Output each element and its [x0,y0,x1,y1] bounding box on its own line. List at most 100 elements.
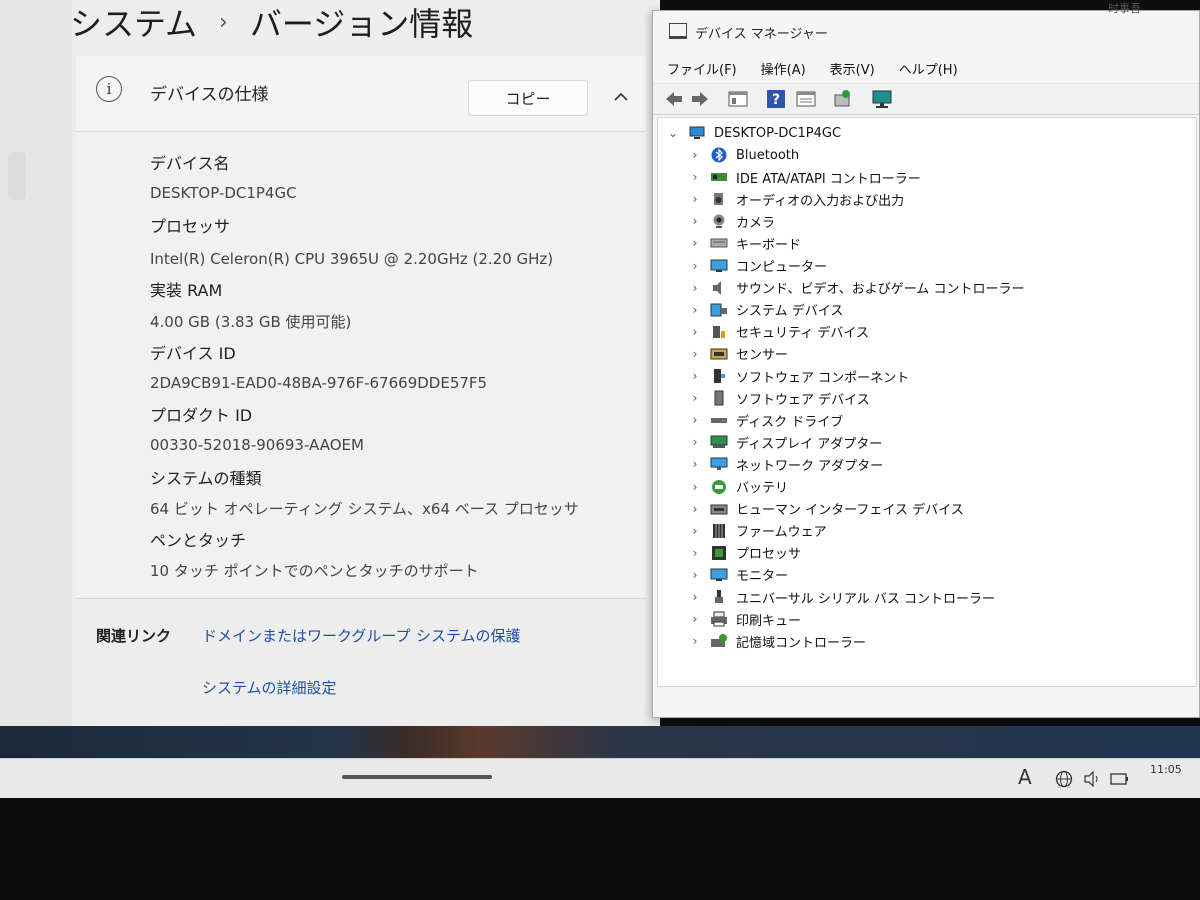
top-right-text: 时事吾 [1108,2,1141,15]
spec-value-ram: 4.00 GB (3.83 GB 使用可能) [150,313,352,331]
storage-controller-icon [710,633,728,649]
chevron-right-icon[interactable]: › [688,192,702,206]
tree-item[interactable]: › ディスプレイ アダプター [658,431,1196,453]
tree-item[interactable]: › ディスク ドライブ [658,409,1196,431]
chevron-right-icon[interactable]: › [688,457,702,471]
tree-item[interactable]: › Bluetooth [658,144,1196,166]
chevron-right-icon[interactable]: › [688,347,702,361]
tree-item-label: Bluetooth [736,147,800,163]
chevron-right-icon[interactable]: › [688,546,702,560]
spec-label-device-id: デバイス ID [150,344,236,363]
chevron-right-icon[interactable]: › [688,590,702,604]
scan-hardware-icon[interactable] [831,88,853,110]
tree-item-label: プロセッサ [736,547,802,563]
tree-item[interactable]: › バッテリ [658,476,1196,498]
printer-icon [710,611,728,627]
device-manager-title: デバイス マネージャー [695,27,828,42]
device-specs-header[interactable]: i デバイスの仕様 コピー [76,56,646,132]
camera-icon [710,213,728,229]
chevron-right-icon[interactable]: › [688,612,702,626]
chevron-right-icon[interactable]: › [688,524,702,538]
chevron-down-icon[interactable]: ⌄ [666,126,680,140]
tree-item[interactable]: › ソフトウェア デバイス [658,387,1196,409]
hid-icon [710,501,728,517]
properties-window-icon[interactable] [727,88,749,110]
copy-button[interactable]: コピー [468,80,588,116]
tree-item[interactable]: › カメラ [658,210,1196,232]
link-advanced-system-settings[interactable]: システムの詳細設定 [202,677,337,698]
chevron-right-icon[interactable]: › [688,634,702,648]
tree-item[interactable]: › モニター [658,564,1196,586]
menu-file[interactable]: ファイル(F) [653,55,747,81]
tree-item[interactable]: › 記憶域コントローラー [658,630,1196,652]
tree-root[interactable]: ⌄ DESKTOP-DC1P4GC [658,122,1196,144]
tree-item[interactable]: › コンピューター [658,255,1196,277]
chevron-right-icon[interactable]: › [688,170,702,184]
link-system-protection[interactable]: システムの保護 [416,625,521,646]
chevron-right-icon[interactable]: › [688,391,702,405]
taskbar: A 11:05 [0,758,1200,798]
chevron-up-icon[interactable] [610,86,632,108]
tree-item[interactable]: › 印刷キュー [658,608,1196,630]
tree-item-label: オーディオの入力および出力 [736,193,905,209]
link-domain-workgroup[interactable]: ドメインまたはワークグループ [202,625,411,646]
speaker-icon[interactable] [1082,769,1102,789]
tree-item-label: サウンド、ビデオ、およびゲーム コントローラー [736,282,1025,298]
chevron-right-icon[interactable]: › [688,325,702,339]
tree-item-label: ソフトウェア コンポーネント [736,370,910,386]
tree-item-label: ユニバーサル シリアル バス コントローラー [736,591,996,607]
chevron-right-icon[interactable]: › [688,214,702,228]
globe-icon[interactable] [1054,769,1074,789]
ime-indicator[interactable]: A [1018,765,1032,789]
tree-item-label: センサー [736,348,789,364]
menu-action[interactable]: 操作(A) [747,55,816,81]
tree-item[interactable]: › キーボード [658,232,1196,254]
taskbar-handle[interactable] [342,775,492,779]
tree-item[interactable]: › ファームウェア [658,520,1196,542]
ide-controller-icon [710,169,728,185]
tree-item[interactable]: › ネットワーク アダプター [658,453,1196,475]
tree-item-label: ディスプレイ アダプター [736,436,883,452]
help-icon[interactable]: ? [765,88,787,110]
tree-item[interactable]: › センサー [658,343,1196,365]
monitor-scan-icon[interactable] [871,88,893,110]
battery-icon[interactable] [1110,769,1130,789]
tree-item[interactable]: › ソフトウェア コンポーネント [658,365,1196,387]
tree-item[interactable]: › オーディオの入力および出力 [658,188,1196,210]
chevron-right-icon[interactable]: › [688,502,702,516]
device-manager-status-area [653,691,1199,717]
chevron-right-icon[interactable]: › [688,148,702,162]
device-manager-titlebar[interactable]: デバイス マネージャー [653,11,1199,51]
menu-help[interactable]: ヘルプ(H) [885,55,968,81]
menu-view[interactable]: 表示(V) [816,55,885,81]
forward-arrow-icon[interactable] [689,88,711,110]
chevron-right-icon[interactable]: › [688,281,702,295]
tree-item[interactable]: › ユニバーサル シリアル バス コントローラー [658,586,1196,608]
chevron-right-icon[interactable]: › [688,236,702,250]
tree-item[interactable]: › システム デバイス [658,299,1196,321]
tree-item[interactable]: › セキュリティ デバイス [658,321,1196,343]
spec-label-system-type: システムの種類 [150,469,262,488]
chevron-right-icon[interactable]: › [688,303,702,317]
chevron-right-icon[interactable]: › [688,568,702,582]
device-tree: ⌄ DESKTOP-DC1P4GC › Bluetooth › IDE ATA/ATA… [657,117,1197,687]
tree-item-label: カメラ [736,215,776,231]
chevron-right-icon[interactable]: › [688,369,702,383]
chevron-right-icon[interactable]: › [688,259,702,273]
tree-item[interactable]: › サウンド、ビデオ、およびゲーム コントローラー [658,277,1196,299]
spec-value-processor: Intel(R) Celeron(R) CPU 3965U @ 2.20GHz … [150,250,554,268]
chevron-right-icon[interactable]: › [688,480,702,494]
back-arrow-icon[interactable] [663,88,685,110]
spec-value-system-type: 64 ビット オペレーティング システム、x64 ベース プロセッサ [150,500,579,518]
tree-item[interactable]: › ヒューマン インターフェイス デバイス [658,498,1196,520]
tree-item[interactable]: › IDE ATA/ATAPI コントローラー [658,166,1196,188]
toolbar: ? [653,83,1199,115]
chevron-right-icon[interactable]: › [688,435,702,449]
breadcrumb-parent[interactable]: システム [70,0,197,45]
view-resources-icon[interactable] [795,88,817,110]
tree-item[interactable]: › プロセッサ [658,542,1196,564]
tree-item-label: セキュリティ デバイス [736,326,869,342]
clock[interactable]: 11:05 [1150,763,1182,776]
chevron-right-icon[interactable]: › [688,413,702,427]
tree-item-label: ファームウェア [736,525,827,541]
